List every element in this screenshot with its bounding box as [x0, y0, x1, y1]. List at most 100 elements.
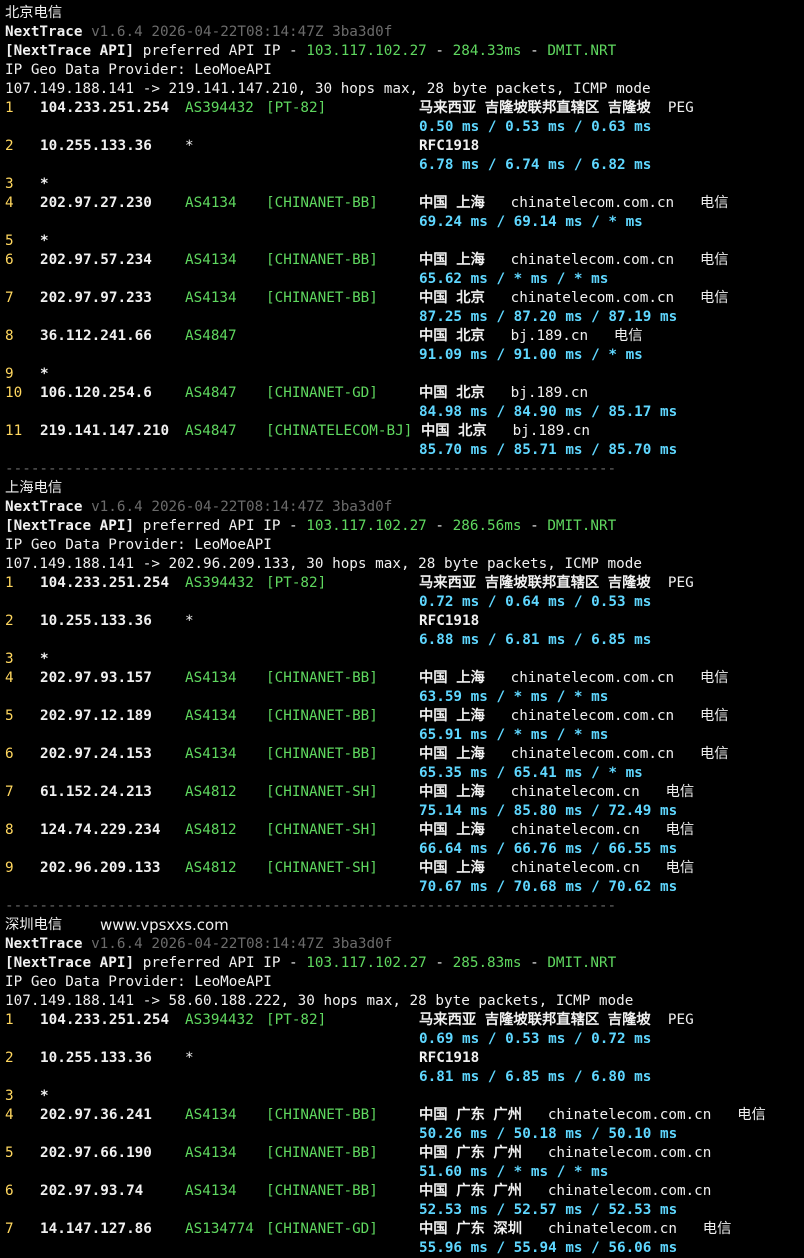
hop-isp: 电信	[700, 195, 729, 211]
hop-latency-row: 65.91 ms / * ms / * ms	[5, 726, 804, 745]
hop-latency: 65.62 ms / * ms / * ms	[419, 271, 609, 287]
separator: ----------------------------------------…	[5, 461, 617, 477]
hop-domain: bj.189.cn	[510, 385, 589, 401]
hop-latency-row: 6.78 ms / 6.74 ms / 6.82 ms	[5, 156, 804, 175]
hop-isp: 电信	[700, 746, 729, 762]
hop-row: 6 202.97.93.74 AS4134 [CHINANET-BB] 中国 广东 广州…	[5, 1182, 804, 1201]
hop-isp: PEG	[667, 575, 694, 591]
hop-row: 5 202.97.66.190 AS4134 [CHINANET-BB] 中国 广东 广…	[5, 1144, 804, 1163]
hop-row: 3 *	[5, 1087, 804, 1106]
hop-row: 3 *	[5, 175, 804, 194]
watermark-text: www.vpsxxs.com	[100, 916, 229, 934]
hop-row: 9 *	[5, 365, 804, 384]
hop-tag: [CHINATELECOM-BJ]	[266, 423, 413, 439]
hop-latency: 52.53 ms / 52.57 ms / 52.53 ms	[419, 1202, 678, 1218]
hop-asn: AS394432	[185, 1012, 254, 1028]
section-title: 深圳电信	[5, 917, 63, 933]
hop-domain: chinatelecom.com.cn	[510, 252, 675, 268]
hop-ip: 202.97.97.233	[40, 290, 152, 306]
api-sep: -	[426, 955, 453, 971]
api-text: preferred API IP -	[142, 518, 307, 534]
hop-domain: chinatelecom.cn	[510, 860, 640, 876]
hop-geo: 马来西亚 吉隆坡联邦直辖区 吉隆坡	[419, 575, 651, 591]
api-text: preferred API IP -	[142, 955, 307, 971]
hop-domain: chinatelecom.com.cn	[510, 195, 675, 211]
api-latency: 285.83ms	[452, 955, 522, 971]
hop-row: 2 10.255.133.36 * RFC1918	[5, 612, 804, 631]
version-info: v1.6.4 2026-04-22T08:14:47Z 3ba3d0f	[91, 936, 393, 952]
separator-line: ----------------------------------------…	[5, 897, 804, 916]
hop-latency: 91.09 ms / 91.00 ms / * ms	[419, 347, 643, 363]
hop-geo: 中国 广东 广州	[419, 1145, 522, 1161]
section-title: 上海电信	[5, 480, 63, 496]
hop-number: 7	[5, 784, 14, 800]
hop-tag: [CHINANET-SH]	[266, 784, 378, 800]
api-ip: 103.117.102.27	[306, 955, 427, 971]
hop-geo: 中国 上海	[419, 746, 485, 762]
hop-domain: chinatelecom.cn	[510, 784, 640, 800]
hop-tag: [CHINANET-BB]	[266, 670, 378, 686]
hop-geo: 马来西亚 吉隆坡联邦直辖区 吉隆坡	[419, 1012, 651, 1028]
hop-latency-row: 91.09 ms / 91.00 ms / * ms	[5, 346, 804, 365]
hop-geo: 中国 北京	[419, 328, 485, 344]
hop-row: 7 61.152.24.213 AS4812 [CHINANET-SH] 中国 上海 ch…	[5, 783, 804, 802]
hop-latency-row: 65.62 ms / * ms / * ms	[5, 270, 804, 289]
geo-provider: IP Geo Data Provider: LeoMoeAPI	[5, 974, 272, 990]
hop-asn: AS4134	[185, 195, 237, 211]
geo-provider-line: IP Geo Data Provider: LeoMoeAPI	[5, 973, 804, 992]
hop-row: 7 202.97.97.233 AS4134 [CHINANET-BB] 中国 北京 ch…	[5, 289, 804, 308]
hop-row: 1 104.233.251.254 AS394432 [PT-82] 马来西亚 吉隆坡联…	[5, 574, 804, 593]
hop-latency: 6.78 ms / 6.74 ms / 6.82 ms	[419, 157, 652, 173]
version-info: v1.6.4 2026-04-22T08:14:47Z 3ba3d0f	[91, 499, 393, 515]
hop-ip: 202.97.24.153	[40, 746, 152, 762]
hop-row: 3 *	[5, 650, 804, 669]
hop-domain: chinatelecom.com.cn	[510, 746, 675, 762]
hop-tag: [CHINANET-SH]	[266, 860, 378, 876]
hop-ip: 36.112.241.66	[40, 328, 152, 344]
api-label: [NextTrace API]	[5, 43, 135, 59]
hop-domain: chinatelecom.com.cn	[547, 1145, 712, 1161]
hop-geo: 中国 北京	[419, 290, 485, 306]
hop-asn: *	[185, 1050, 194, 1066]
hop-ip: 104.233.251.254	[40, 1012, 170, 1028]
api-line: [NextTrace API] preferred API IP - 103.1…	[5, 42, 804, 61]
api-node: DMIT.NRT	[547, 43, 617, 59]
version-line: NextTrace v1.6.4 2026-04-22T08:14:47Z 3b…	[5, 23, 804, 42]
hop-number: 1	[5, 575, 14, 591]
hop-geo: 中国 北京	[419, 385, 485, 401]
hop-tag: [CHINANET-BB]	[266, 746, 378, 762]
hop-latency-row: 6.88 ms / 6.81 ms / 6.85 ms	[5, 631, 804, 650]
hop-ip: *	[40, 651, 49, 667]
hop-geo: 中国 上海	[419, 860, 485, 876]
hop-row: 5 *	[5, 232, 804, 251]
hop-ip: 106.120.254.6	[40, 385, 152, 401]
hop-latency: 6.88 ms / 6.81 ms / 6.85 ms	[419, 632, 652, 648]
geo-provider: IP Geo Data Provider: LeoMoeAPI	[5, 62, 272, 78]
api-latency: 286.56ms	[452, 518, 522, 534]
api-sep: -	[426, 518, 453, 534]
hop-number: 1	[5, 100, 14, 116]
route-line: 107.149.188.141 -> 219.141.147.210, 30 h…	[5, 80, 804, 99]
hop-latency: 55.96 ms / 55.94 ms / 56.06 ms	[419, 1240, 678, 1256]
hop-isp: PEG	[667, 1012, 694, 1028]
hop-ip: 14.147.127.86	[40, 1221, 152, 1237]
hop-ip: 104.233.251.254	[40, 100, 170, 116]
app-name: NextTrace	[5, 936, 83, 952]
hop-latency-row: 0.50 ms / 0.53 ms / 0.63 ms	[5, 118, 804, 137]
hop-row: 1 104.233.251.254 AS394432 [PT-82] 马来西亚 吉隆坡联…	[5, 99, 804, 118]
hop-number: 8	[5, 328, 14, 344]
hop-tag: [CHINANET-BB]	[266, 1145, 378, 1161]
hop-number: 5	[5, 708, 14, 724]
hop-ip: 124.74.229.234	[40, 822, 161, 838]
section-title-line: 上海电信	[5, 479, 804, 498]
hop-ip: 61.152.24.213	[40, 784, 152, 800]
hop-domain: chinatelecom.cn	[510, 822, 640, 838]
hop-asn: AS4134	[185, 290, 237, 306]
separator: ----------------------------------------…	[5, 898, 617, 914]
hop-latency: 65.35 ms / 65.41 ms / * ms	[419, 765, 643, 781]
api-line: [NextTrace API] preferred API IP - 103.1…	[5, 517, 804, 536]
hop-row: 5 202.97.12.189 AS4134 [CHINANET-BB] 中国 上海 ch…	[5, 707, 804, 726]
route-info: 107.149.188.141 -> 58.60.188.222, 30 hop…	[5, 993, 634, 1009]
hop-asn: AS394432	[185, 575, 254, 591]
hop-isp: 电信	[702, 1221, 732, 1237]
